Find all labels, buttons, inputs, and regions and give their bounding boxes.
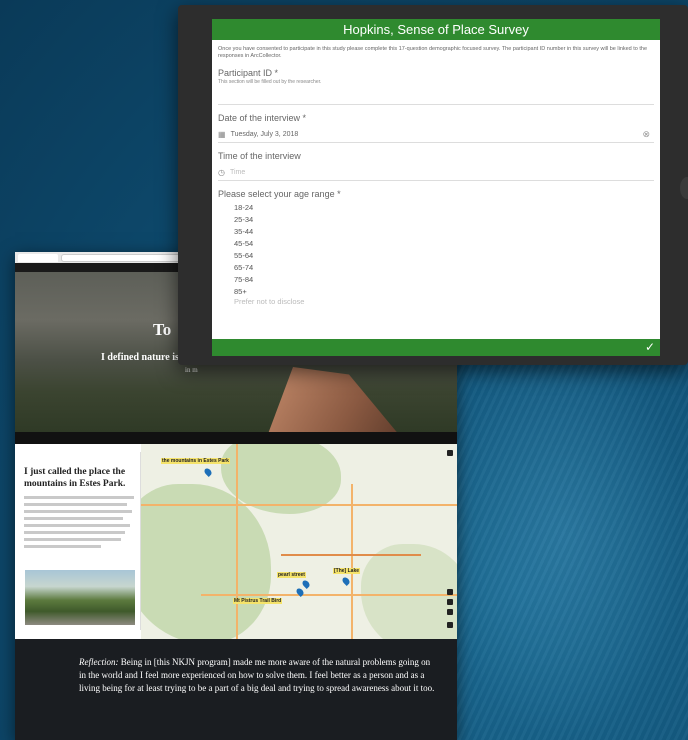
clear-date-icon[interactable]: ⊗ (642, 129, 650, 140)
map-label-lake: [The] Lake (333, 568, 361, 574)
zoom-out-button[interactable] (447, 599, 453, 605)
age-option[interactable]: 75-84 (234, 274, 654, 286)
participant-id-field[interactable] (218, 89, 654, 105)
browser-tab[interactable] (18, 253, 58, 262)
map-label-pearl: pearl street (277, 572, 306, 578)
time-label: Time of the interview (218, 151, 301, 161)
map-pin-pearl[interactable] (301, 579, 311, 589)
compass-button[interactable] (447, 622, 453, 628)
zoom-in-button[interactable] (447, 589, 453, 595)
map-label-trail: Mt Pistrus Trail Bird (233, 598, 283, 604)
road-photo[interactable] (25, 570, 135, 625)
map-home-button[interactable] (447, 450, 453, 456)
time-field[interactable]: ◷ Time (218, 165, 654, 181)
survey-intro: Once you have consented to participate i… (218, 46, 648, 59)
age-label: Please select your age range * (218, 189, 341, 199)
participant-id-label: Participant ID * (218, 68, 279, 78)
age-option[interactable]: 55-64 (234, 250, 654, 262)
reflection-text: Being in [this NKJN program] made me mor… (79, 657, 435, 693)
clock-icon: ◷ (218, 168, 225, 177)
age-options: 18-24 25-34 35-44 45-54 55-64 65-74 75-8… (218, 202, 654, 304)
rock-formation-image (265, 367, 405, 432)
survey-footer: ✓ (212, 339, 660, 356)
interactive-map[interactable]: the mountains in Estes Park pearl street… (141, 444, 457, 639)
reflection-quote: Reflection: Being in [this NKJN program]… (15, 639, 457, 740)
map-pin-estes[interactable] (203, 467, 213, 477)
side-panel-title: I just called the place the mountains in… (24, 467, 126, 489)
survey-title: Hopkins, Sense of Place Survey (212, 19, 660, 40)
map-panel: I just called the place the mountains in… (15, 444, 457, 639)
map-label-estes: the mountains in Estes Park (161, 458, 230, 464)
map-pin-lake[interactable] (341, 576, 351, 586)
tablet-device: Hopkins, Sense of Place Survey Once you … (178, 5, 688, 365)
locate-button[interactable] (447, 609, 453, 615)
background-texture (440, 330, 688, 740)
tablet-home-button[interactable] (680, 177, 688, 199)
hero-title: To (153, 320, 172, 339)
story-side-panel: I just called the place the mountains in… (18, 452, 141, 630)
age-option[interactable]: 65-74 (234, 262, 654, 274)
reflection-lead: Reflection: (79, 657, 119, 667)
date-label: Date of the interview * (218, 113, 307, 123)
hero-subtitle: I defined nature is (101, 352, 179, 363)
age-option[interactable]: 25-34 (234, 214, 654, 226)
calendar-icon: ▦ (218, 130, 226, 139)
age-option[interactable]: 18-24 (234, 202, 654, 214)
time-placeholder: Time (229, 169, 246, 176)
age-option[interactable]: 45-54 (234, 238, 654, 250)
check-icon[interactable]: ✓ (645, 340, 655, 354)
date-value: Tuesday, July 3, 2018 (230, 131, 299, 138)
participant-id-hint: This section will be filled out by the r… (218, 79, 322, 85)
side-panel-text (24, 496, 134, 548)
hero-subtitle-cont: in m (185, 366, 198, 374)
date-field[interactable]: ▦ Tuesday, July 3, 2018 ⊗ (218, 127, 654, 143)
age-option-partial[interactable]: Prefer not to disclose (234, 298, 654, 304)
survey-form: Hopkins, Sense of Place Survey Once you … (212, 19, 660, 356)
age-option[interactable]: 35-44 (234, 226, 654, 238)
age-option[interactable]: 85+ (234, 286, 654, 298)
